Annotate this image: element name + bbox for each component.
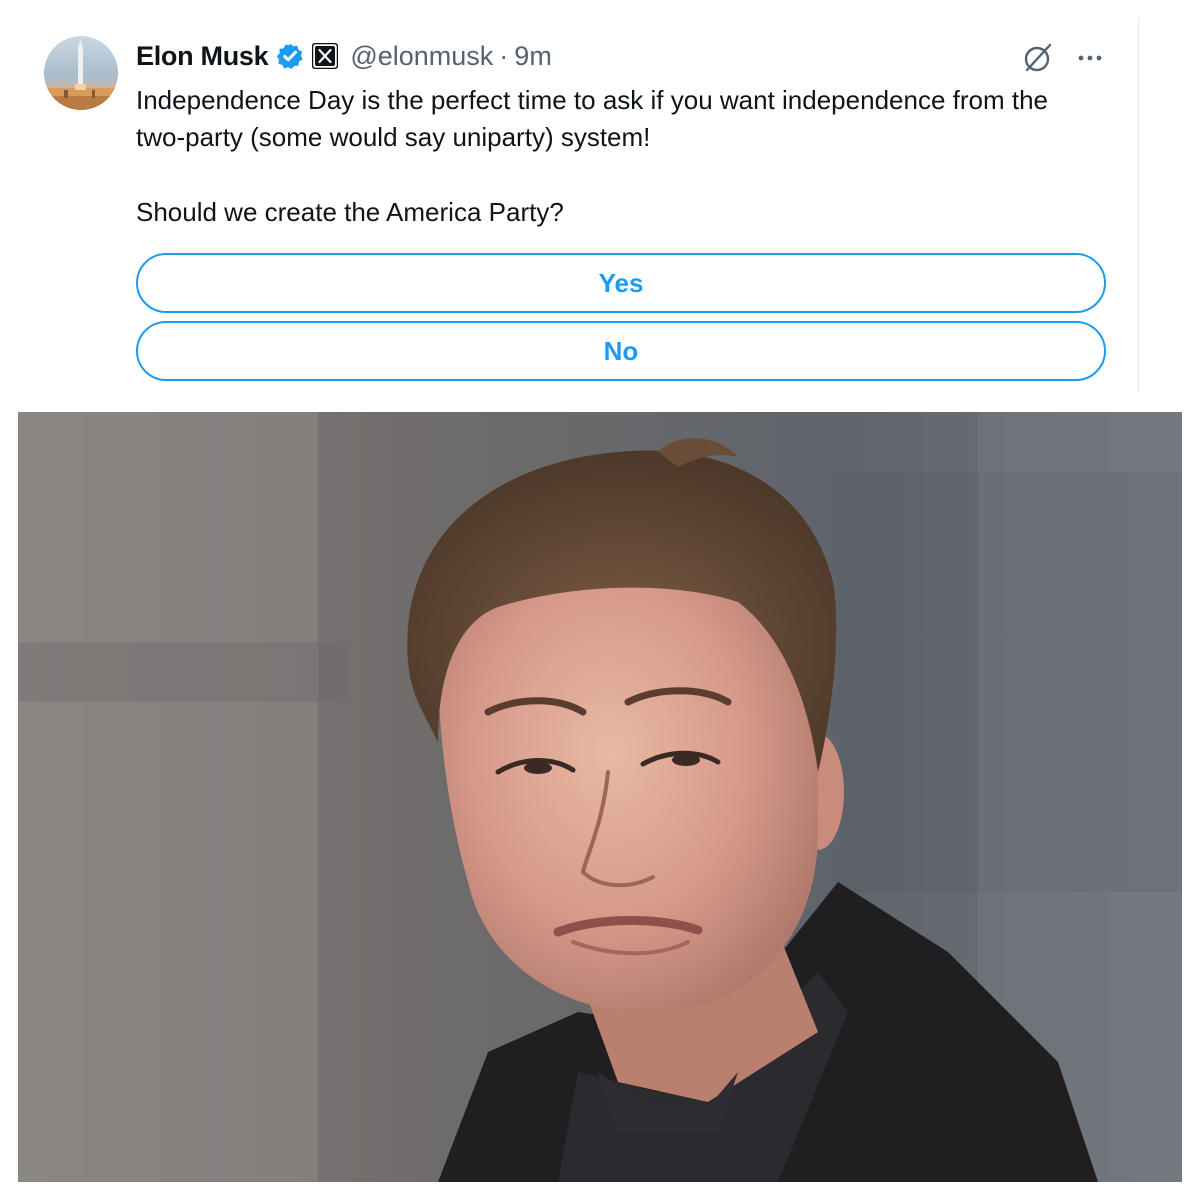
header-separator: · (499, 40, 509, 71)
tweet-timestamp[interactable]: 9m (514, 41, 552, 72)
avatar[interactable] (44, 36, 118, 110)
poll-option-yes[interactable]: Yes (136, 253, 1106, 313)
tweet-header: Elon Musk @elonmusk · 9m (136, 36, 552, 76)
more-options-icon[interactable] (1072, 40, 1108, 76)
author-handle[interactable]: @elonmusk (350, 41, 493, 72)
tweet-text-question: Should we create the America Party? (136, 197, 564, 227)
grok-icon[interactable] (1020, 40, 1056, 76)
card-edge-divider (1138, 18, 1139, 392)
verified-badge-icon (276, 42, 304, 70)
tweet-text-paragraph: Independence Day is the perfect time to … (136, 85, 1048, 152)
author-display-name[interactable]: Elon Musk (136, 41, 269, 72)
portrait-photo (18, 412, 1182, 1182)
tweet-text: Independence Day is the perfect time to … (136, 82, 1076, 231)
poll-option-no[interactable]: No (136, 321, 1106, 381)
tweet-card: Elon Musk @elonmusk · 9m Independence Da… (18, 18, 1138, 392)
x-logo-icon[interactable] (312, 42, 339, 70)
